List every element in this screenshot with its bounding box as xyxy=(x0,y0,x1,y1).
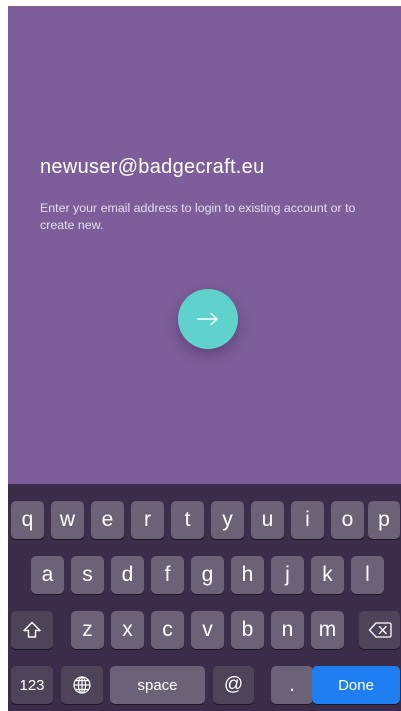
backspace-icon xyxy=(368,622,392,638)
key-j[interactable]: j xyxy=(271,556,304,594)
submit-button[interactable] xyxy=(178,289,238,349)
login-screen: newuser@badgecraft.eu Enter your email a… xyxy=(8,6,401,711)
key-e[interactable]: e xyxy=(91,501,124,539)
key-p[interactable]: p xyxy=(368,501,400,539)
key-t[interactable]: t xyxy=(171,501,204,539)
key-v[interactable]: v xyxy=(191,611,224,649)
shift-icon xyxy=(23,621,41,638)
key-m[interactable]: m xyxy=(311,611,344,649)
key-g[interactable]: g xyxy=(191,556,224,594)
key-o[interactable]: o xyxy=(331,501,364,539)
key-x[interactable]: x xyxy=(111,611,144,649)
key-a[interactable]: a xyxy=(31,556,64,594)
key-z[interactable]: z xyxy=(71,611,104,649)
shift-key[interactable] xyxy=(11,611,53,649)
globe-icon xyxy=(73,676,91,694)
email-hint: Enter your email address to login to exi… xyxy=(40,201,356,232)
key-i[interactable]: i xyxy=(291,501,324,539)
delete-key[interactable] xyxy=(359,611,400,649)
email-input[interactable]: newuser@badgecraft.eu xyxy=(40,156,390,179)
key-w[interactable]: w xyxy=(51,501,84,539)
key-c[interactable]: c xyxy=(151,611,184,649)
dot-key[interactable]: . xyxy=(271,666,313,704)
key-l[interactable]: l xyxy=(351,556,384,594)
numbers-key[interactable]: 123 xyxy=(11,666,53,704)
key-f[interactable]: f xyxy=(151,556,184,594)
key-y[interactable]: y xyxy=(211,501,244,539)
key-h[interactable]: h xyxy=(231,556,264,594)
key-s[interactable]: s xyxy=(71,556,104,594)
key-u[interactable]: u xyxy=(251,501,284,539)
at-key[interactable]: @ xyxy=(213,666,254,704)
key-q[interactable]: q xyxy=(11,501,44,539)
arrow-right-icon xyxy=(197,312,218,326)
key-b[interactable]: b xyxy=(231,611,264,649)
keyboard: q w e r t y u i o p a s d f g h j k l z … xyxy=(8,484,401,711)
key-d[interactable]: d xyxy=(111,556,144,594)
globe-key[interactable] xyxy=(61,666,103,704)
space-key[interactable]: space xyxy=(110,666,205,704)
done-key[interactable]: Done xyxy=(312,666,400,704)
key-k[interactable]: k xyxy=(311,556,344,594)
key-r[interactable]: r xyxy=(131,501,164,539)
key-n[interactable]: n xyxy=(271,611,304,649)
